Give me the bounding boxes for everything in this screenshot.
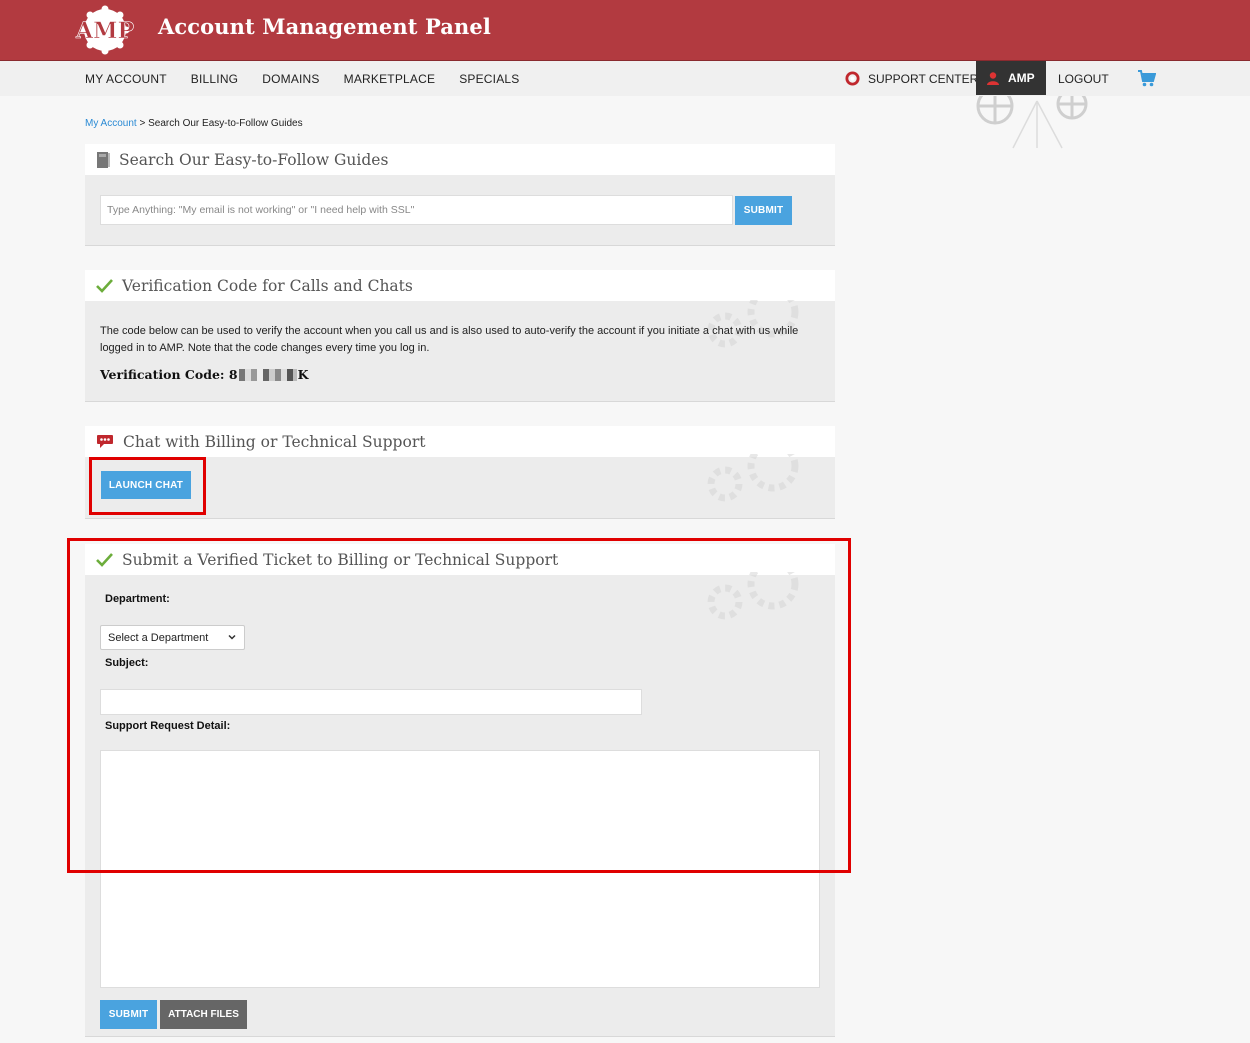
app-title: Account Management Panel xyxy=(158,14,491,39)
highlight-ticket-section xyxy=(67,538,851,873)
verification-panel: Verification Code for Calls and Chats Th… xyxy=(85,270,835,402)
verification-header: Verification Code for Calls and Chats xyxy=(85,270,835,301)
breadcrumb-my-account[interactable]: My Account xyxy=(85,118,137,129)
book-icon xyxy=(96,151,110,169)
verification-description: The code below can be used to verify the… xyxy=(100,325,799,354)
search-guides-title: Search Our Easy-to-Follow Guides xyxy=(119,150,389,169)
nav-my-account[interactable]: MY ACCOUNT xyxy=(85,72,167,86)
verification-code-label: Verification Code: xyxy=(100,367,225,382)
verification-code: Verification Code: 8 K xyxy=(100,367,308,382)
nav-marketplace[interactable]: MARKETPLACE xyxy=(344,72,436,86)
search-guides-panel: Search Our Easy-to-Follow Guides Type An… xyxy=(85,144,835,246)
ticket-submit-button[interactable]: SUBMIT xyxy=(100,1000,157,1029)
search-guides-header: Search Our Easy-to-Follow Guides xyxy=(85,144,835,175)
chat-icon xyxy=(96,434,114,449)
nav-billing[interactable]: BILLING xyxy=(191,72,238,86)
highlight-launch-chat xyxy=(89,457,206,515)
user-label: AMP xyxy=(1008,71,1035,85)
breadcrumb: My Account > Search Our Easy-to-Follow G… xyxy=(85,118,303,129)
support-center-label: SUPPORT CENTER xyxy=(868,71,979,86)
nav-specials[interactable]: SPECIALS xyxy=(459,72,519,86)
lifebuoy-icon xyxy=(845,71,860,86)
cart-icon[interactable] xyxy=(1138,70,1157,92)
verification-code-prefix: 8 xyxy=(228,367,238,382)
nav-user-menu[interactable]: AMP xyxy=(976,61,1046,95)
search-input[interactable]: Type Anything: "My email is not working"… xyxy=(100,195,733,225)
nav-domains[interactable]: DOMAINS xyxy=(262,72,319,86)
main-nav: MY ACCOUNT BILLING DOMAINS MARKETPLACE S… xyxy=(0,61,1250,96)
wagon-icon xyxy=(976,96,1088,149)
verification-title: Verification Code for Calls and Chats xyxy=(122,276,413,295)
svg-text:AMP: AMP xyxy=(75,18,134,44)
breadcrumb-current: Search Our Easy-to-Follow Guides xyxy=(148,118,303,129)
nav-support-center[interactable]: SUPPORT CENTER xyxy=(845,61,978,96)
nav-logout[interactable]: LOGOUT xyxy=(1058,61,1109,96)
amp-logo[interactable]: AMP xyxy=(68,5,142,55)
attach-files-button[interactable]: ATTACH FILES xyxy=(160,1000,247,1029)
check-icon xyxy=(96,278,113,293)
user-icon xyxy=(987,72,999,85)
chat-header: Chat with Billing or Technical Support xyxy=(85,426,835,457)
search-submit-button[interactable]: SUBMIT xyxy=(735,196,792,225)
redacted-code xyxy=(238,368,297,381)
breadcrumb-separator: > xyxy=(136,118,149,129)
chat-title: Chat with Billing or Technical Support xyxy=(123,432,426,451)
gears-icon xyxy=(707,454,799,502)
verification-code-suffix: K xyxy=(297,367,309,382)
header-bar: AMP Account Management Panel xyxy=(0,0,1250,61)
